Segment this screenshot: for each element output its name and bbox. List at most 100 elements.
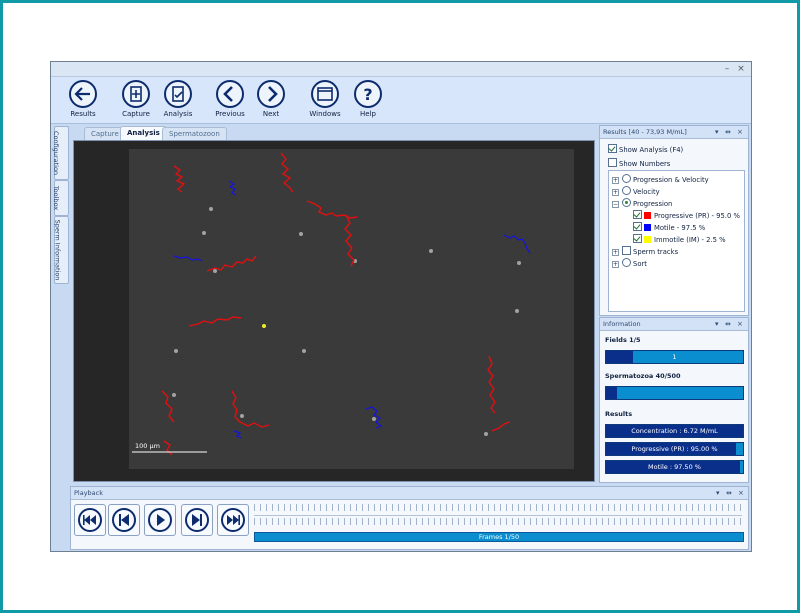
- expand-icon[interactable]: +: [612, 261, 619, 268]
- window-icon: [311, 80, 339, 108]
- capture-icon: [122, 80, 150, 108]
- timeline-ticks-top: [254, 504, 742, 511]
- tab-toolbox-label: Toolbox: [52, 185, 61, 211]
- motile-label: Motile - 97.5 %: [654, 224, 706, 232]
- results-tree: + Progression & Velocity + Velocity − Progr…: [608, 170, 745, 312]
- playback-panel-header: Playback ▾ ⇹ ×: [71, 487, 748, 500]
- tree-item-motile[interactable]: Motile - 97.5 %: [633, 222, 705, 232]
- information-panel: Information ▾ ⇹ × Fields 1/5 1 Spermatoz…: [599, 317, 749, 483]
- back-arrow-icon: [69, 80, 97, 108]
- next-button[interactable]: Next: [249, 79, 293, 121]
- spermatozoa-progress-fill: [606, 387, 617, 399]
- frames-progress-bar[interactable]: Frames 1/50: [254, 532, 744, 542]
- chevron-left-icon: [216, 80, 244, 108]
- close-icon[interactable]: ×: [737, 126, 743, 138]
- previous-label: Previous: [215, 110, 245, 118]
- tree-item-sort[interactable]: + Sort: [612, 258, 647, 268]
- pin-icon[interactable]: ⇹: [725, 318, 731, 330]
- next-label: Next: [262, 110, 280, 118]
- progressive-text: Progressive (PR) : 95.00 %: [631, 445, 718, 453]
- tab-spermatozoon[interactable]: Spermatozoon: [162, 127, 227, 140]
- dropdown-icon[interactable]: ▾: [716, 487, 720, 499]
- results-button[interactable]: Results: [61, 79, 105, 121]
- last-frame-button[interactable]: [217, 504, 249, 536]
- previous-button[interactable]: Previous: [208, 79, 252, 121]
- previous-frame-button[interactable]: [108, 504, 140, 536]
- dropdown-icon[interactable]: ▾: [715, 318, 719, 330]
- windows-label: Windows: [309, 110, 341, 118]
- red-swatch: [644, 212, 651, 219]
- close-icon[interactable]: ×: [737, 318, 743, 330]
- motile-bar: Motile : 97.50 %: [605, 460, 744, 474]
- fields-label: Fields 1/5: [605, 336, 641, 344]
- windows-button[interactable]: Windows: [303, 79, 347, 121]
- tree-item-sperm-tracks[interactable]: + Sperm tracks: [612, 246, 678, 256]
- capture-button[interactable]: Capture: [114, 79, 158, 121]
- sperm-tracks-label: Sperm tracks: [633, 248, 679, 256]
- tree-item-progressive[interactable]: Progressive (PR) - 95.0 %: [633, 210, 740, 220]
- show-numbers-checkbox[interactable]: Show Numbers: [608, 158, 670, 168]
- results-panel-header: Results [40 - 73,93 M/mL] ▾ ⇹ ×: [600, 126, 748, 139]
- sort-label: Sort: [633, 260, 647, 268]
- information-panel-header: Information ▾ ⇹ ×: [600, 318, 748, 331]
- capture-label: Capture: [122, 110, 150, 118]
- spermatozoa-progress-bar: [605, 386, 744, 400]
- analysis-button[interactable]: Analysis: [156, 79, 200, 121]
- minimize-button[interactable]: –: [721, 63, 733, 75]
- play-icon: [148, 508, 172, 532]
- tree-item-velocity[interactable]: + Velocity: [612, 186, 660, 196]
- blue-swatch: [644, 224, 651, 231]
- progressive-bar: Progressive (PR) : 95.00 %: [605, 442, 744, 456]
- results-label: Results: [70, 110, 96, 118]
- show-analysis-checkbox[interactable]: Show Analysis (F4): [608, 144, 683, 154]
- tree-item-progression-velocity[interactable]: + Progression & Velocity: [612, 174, 709, 184]
- concentration-text: Concentration : 6.72 M/mL: [631, 427, 718, 435]
- expand-icon[interactable]: +: [612, 189, 619, 196]
- next-frame-button[interactable]: [181, 504, 213, 536]
- help-button[interactable]: ? Help: [346, 79, 390, 121]
- play-button[interactable]: [144, 504, 176, 536]
- checkbox-checked-icon: [633, 234, 642, 243]
- tab-sperm-information[interactable]: Sperm Information: [53, 216, 69, 284]
- results-panel: Results [40 - 73,93 M/mL] ▾ ⇹ × Show Ana…: [599, 125, 749, 316]
- playback-title: Playback: [74, 489, 104, 497]
- radio-icon: [622, 186, 631, 195]
- tab-analysis[interactable]: Analysis: [120, 126, 167, 140]
- fast-forward-icon: [221, 508, 245, 532]
- tab-toolbox[interactable]: Toolbox: [52, 180, 69, 216]
- tab-sperm-information-label: Sperm Information: [53, 219, 62, 281]
- motile-text: Motile : 97.50 %: [648, 463, 701, 471]
- pin-icon[interactable]: ⇹: [726, 487, 732, 499]
- microscope-image: 100 µm: [74, 141, 594, 481]
- scale-bar-label: 100 µm: [135, 442, 160, 450]
- velocity-label: Velocity: [633, 188, 660, 196]
- expand-icon[interactable]: +: [612, 249, 619, 256]
- playback-panel: Playback ▾ ⇹ × Frames 1/50: [70, 486, 749, 550]
- immotile-label: Immotile (IM) - 2.5 %: [654, 236, 726, 244]
- results-panel-title: Results [40 - 73,93 M/mL]: [603, 128, 687, 136]
- first-frame-button[interactable]: [74, 504, 106, 536]
- yellow-swatch: [644, 236, 651, 243]
- dropdown-icon[interactable]: ▾: [715, 126, 719, 138]
- tab-configuration-label: Configuration: [52, 130, 61, 176]
- timeline-ticks-bottom[interactable]: [254, 518, 742, 525]
- tree-item-progression[interactable]: − Progression: [612, 198, 672, 208]
- checkbox-checked-icon: [608, 144, 617, 153]
- close-icon[interactable]: ×: [738, 487, 744, 499]
- close-button[interactable]: ×: [735, 63, 747, 75]
- analysis-label: Analysis: [163, 110, 193, 118]
- checkbox-checked-icon: [633, 222, 642, 231]
- document-area: Capture Analysis Spermatozoon 100 µm: [70, 125, 596, 484]
- analysis-icon: [164, 80, 192, 108]
- radio-icon: [622, 258, 631, 267]
- tab-configuration[interactable]: Configuration: [52, 126, 69, 180]
- pin-icon[interactable]: ⇹: [725, 126, 731, 138]
- microscope-view[interactable]: 100 µm: [73, 140, 595, 482]
- tree-item-immotile[interactable]: Immotile (IM) - 2.5 %: [633, 234, 726, 244]
- collapse-icon[interactable]: −: [612, 201, 619, 208]
- information-panel-title: Information: [603, 320, 641, 328]
- expand-icon[interactable]: +: [612, 177, 619, 184]
- progression-velocity-label: Progression & Velocity: [633, 176, 709, 184]
- help-icon: ?: [354, 80, 382, 108]
- checkbox-icon: [622, 246, 631, 255]
